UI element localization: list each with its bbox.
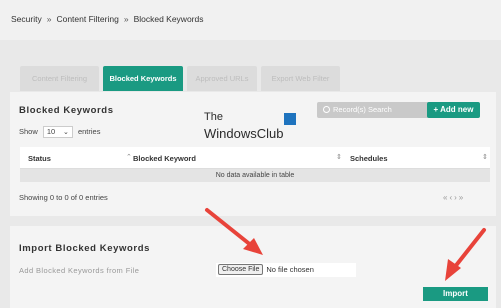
breadcrumb-current: Blocked Keywords — [133, 14, 204, 24]
column-status[interactable]: Status — [28, 154, 51, 163]
breadcrumb: Security » Content Filtering » Blocked Keywo… — [11, 14, 203, 24]
watermark-line-1: The — [204, 111, 223, 123]
tab-blocked-keywords[interactable]: Blocked Keywords — [103, 66, 183, 91]
entries-select[interactable]: 10 ⌄ — [42, 126, 73, 138]
tab-export-web-filter[interactable]: Export Web Filter — [261, 66, 340, 91]
watermark-line-2: WindowsClub — [204, 126, 284, 141]
watermark-logo: The WindowsClub — [204, 111, 309, 151]
search-placeholder: Record(s) Search — [333, 105, 392, 114]
import-panel: Import Blocked Keywords Add Blocked Keyw… — [10, 226, 496, 308]
tab-content-filtering[interactable]: Content Filtering — [20, 66, 99, 91]
tab-approved-urls[interactable]: Approved URLs — [187, 66, 257, 91]
breadcrumb-security[interactable]: Security — [11, 14, 42, 24]
file-status: No file chosen — [266, 265, 314, 274]
choose-file-button[interactable]: Choose File — [218, 264, 264, 275]
file-input[interactable]: Choose File No file chosen — [216, 263, 356, 277]
entries-value: 10 — [46, 127, 56, 136]
pagination[interactable]: «‹›» — [443, 193, 465, 202]
breadcrumb-separator: » — [123, 14, 129, 24]
breadcrumb-separator: » — [46, 14, 52, 24]
sort-icon[interactable]: ⌃ — [126, 153, 132, 161]
chevron-down-icon: ⌄ — [62, 129, 69, 136]
search-icon — [323, 106, 330, 113]
import-button[interactable]: Import — [423, 287, 488, 301]
entries-control: Show 10 ⌄ entries — [19, 126, 100, 138]
logo-mark-icon — [284, 113, 296, 125]
import-file-label: Add Blocked Keywords from File — [19, 266, 140, 275]
entries-label: entries — [77, 126, 101, 136]
breadcrumb-content-filtering[interactable]: Content Filtering — [56, 14, 118, 24]
column-blocked-keyword[interactable]: Blocked Keyword — [133, 154, 196, 163]
empty-table-row: No data available in table — [20, 169, 490, 182]
column-schedules[interactable]: Schedules — [350, 154, 388, 163]
showing-info: Showing 0 to 0 of 0 entries — [19, 193, 108, 202]
sort-icon[interactable]: ⇕ — [336, 153, 342, 161]
top-bar: Security » Content Filtering » Blocked Keywo… — [0, 0, 501, 40]
records-search-input[interactable]: Record(s) Search — [317, 102, 429, 118]
import-title: Import Blocked Keywords — [19, 243, 150, 254]
show-label: Show — [19, 126, 38, 136]
sort-icon[interactable]: ⇕ — [482, 153, 488, 161]
keywords-table: Status ⌃ Blocked Keyword ⇕ Schedules ⇕ N… — [20, 147, 490, 182]
blocked-keywords-title: Blocked Keywords — [19, 105, 114, 116]
add-new-button[interactable]: + Add new — [427, 102, 480, 118]
